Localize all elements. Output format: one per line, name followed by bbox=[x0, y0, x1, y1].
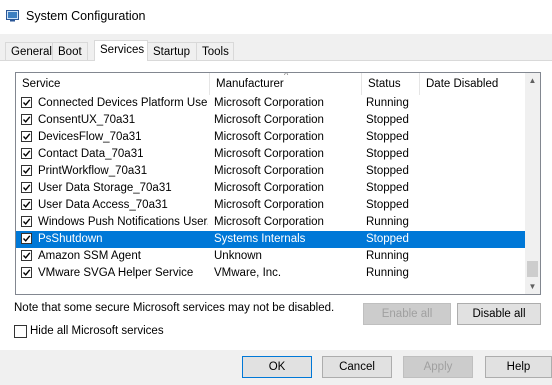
status-cell: Running bbox=[366, 216, 409, 228]
table-row[interactable]: Connected Devices Platform Use... Microso… bbox=[16, 95, 525, 112]
status-cell: Stopped bbox=[366, 165, 409, 177]
status-cell: Running bbox=[366, 250, 409, 262]
status-cell: Stopped bbox=[366, 114, 409, 126]
status-cell: Stopped bbox=[366, 199, 409, 211]
status-cell: Stopped bbox=[366, 131, 409, 143]
service-checkbox[interactable] bbox=[21, 216, 32, 227]
checkbox-box[interactable] bbox=[14, 325, 27, 338]
service-checkbox[interactable] bbox=[21, 267, 32, 278]
manufacturer-cell: Microsoft Corporation bbox=[214, 148, 324, 160]
tab-general[interactable]: General bbox=[5, 42, 53, 60]
column-service[interactable]: Service bbox=[16, 73, 210, 95]
service-checkbox[interactable] bbox=[21, 97, 32, 108]
ok-button[interactable]: OK bbox=[242, 356, 312, 378]
service-name: DevicesFlow_70a31 bbox=[38, 131, 142, 143]
table-row[interactable]: ConsentUX_70a31 Microsoft Corporation Stop… bbox=[16, 112, 525, 129]
service-name: VMware SVGA Helper Service bbox=[38, 267, 194, 279]
sort-ascending-icon: ^ bbox=[284, 72, 289, 80]
service-name: Windows Push Notifications User... bbox=[38, 216, 208, 228]
table-row[interactable]: VMware SVGA Helper Service VMware, Inc. Ru… bbox=[16, 265, 525, 282]
service-name: PsShutdown bbox=[38, 233, 103, 245]
scroll-down-icon[interactable]: ▼ bbox=[525, 279, 540, 294]
status-cell: Running bbox=[366, 267, 409, 279]
enable-all-button[interactable]: Enable all bbox=[363, 303, 451, 325]
manufacturer-cell: Microsoft Corporation bbox=[214, 131, 324, 143]
table-row[interactable]: User Data Access_70a31 Microsoft Corporat… bbox=[16, 197, 525, 214]
manufacturer-cell: Microsoft Corporation bbox=[214, 114, 324, 126]
tab-tools[interactable]: Tools bbox=[196, 42, 234, 60]
tab-services[interactable]: Services bbox=[94, 40, 148, 61]
tab-startup[interactable]: Startup bbox=[147, 42, 197, 60]
table-row[interactable]: Windows Push Notifications User... Micros… bbox=[16, 214, 525, 231]
manufacturer-cell: Microsoft Corporation bbox=[214, 216, 324, 228]
service-name: Amazon SSM Agent bbox=[38, 250, 141, 262]
status-cell: Stopped bbox=[366, 233, 409, 245]
help-button[interactable]: Help bbox=[485, 356, 552, 378]
vertical-scrollbar[interactable]: ▲ ▼ bbox=[525, 73, 540, 294]
service-name: PrintWorkflow_70a31 bbox=[38, 165, 148, 177]
table-row[interactable]: PsShutdown Systems Internals Stopped bbox=[16, 231, 525, 248]
note-text: Note that some secure Microsoft services… bbox=[14, 302, 335, 314]
manufacturer-cell: Systems Internals bbox=[214, 233, 306, 245]
service-checkbox[interactable] bbox=[21, 165, 32, 176]
service-checkbox[interactable] bbox=[21, 131, 32, 142]
service-name: Connected Devices Platform Use... bbox=[38, 97, 208, 109]
service-checkbox[interactable] bbox=[21, 199, 32, 210]
service-name: User Data Storage_70a31 bbox=[38, 182, 172, 194]
manufacturer-cell: Unknown bbox=[214, 250, 262, 262]
manufacturer-cell: Microsoft Corporation bbox=[214, 165, 324, 177]
status-cell: Stopped bbox=[366, 182, 409, 194]
table-row[interactable]: Contact Data_70a31 Microsoft Corporation S… bbox=[16, 146, 525, 163]
service-checkbox[interactable] bbox=[21, 233, 32, 244]
service-name: ConsentUX_70a31 bbox=[38, 114, 136, 126]
manufacturer-cell: Microsoft Corporation bbox=[214, 97, 324, 109]
status-cell: Running bbox=[366, 97, 409, 109]
window-title: System Configuration bbox=[26, 9, 146, 23]
cancel-button[interactable]: Cancel bbox=[322, 356, 392, 378]
service-checkbox[interactable] bbox=[21, 250, 32, 261]
table-row[interactable]: User Data Storage_70a31 Microsoft Corpora… bbox=[16, 180, 525, 197]
table-row[interactable]: Amazon SSM Agent Unknown Running bbox=[16, 248, 525, 265]
tab-strip: General Boot Services Startup Tools bbox=[0, 40, 552, 61]
manufacturer-cell: Microsoft Corporation bbox=[214, 182, 324, 194]
services-list[interactable]: Service Manufacturer ^ Status Date Disab… bbox=[15, 72, 541, 295]
table-row[interactable]: DevicesFlow_70a31 Microsoft Corporation St… bbox=[16, 129, 525, 146]
service-checkbox[interactable] bbox=[21, 114, 32, 125]
status-cell: Stopped bbox=[366, 148, 409, 160]
hide-ms-services-label: Hide all Microsoft services bbox=[30, 325, 164, 337]
disable-all-button[interactable]: Disable all bbox=[457, 303, 541, 325]
service-name: User Data Access_70a31 bbox=[38, 199, 168, 211]
msconfig-icon bbox=[6, 9, 19, 22]
list-rows: Connected Devices Platform Use... Microso… bbox=[16, 95, 525, 282]
title-bar: System Configuration bbox=[0, 0, 552, 34]
service-name: Contact Data_70a31 bbox=[38, 148, 144, 160]
list-header: Service Manufacturer ^ Status Date Disab… bbox=[16, 73, 525, 95]
manufacturer-cell: VMware, Inc. bbox=[214, 267, 282, 279]
scroll-up-icon[interactable]: ▲ bbox=[525, 73, 540, 88]
service-checkbox[interactable] bbox=[21, 148, 32, 159]
table-row[interactable]: PrintWorkflow_70a31 Microsoft Corporation… bbox=[16, 163, 525, 180]
dialog-footer: OK Cancel Apply Help bbox=[0, 350, 552, 385]
manufacturer-cell: Microsoft Corporation bbox=[214, 199, 324, 211]
apply-button[interactable]: Apply bbox=[403, 356, 473, 378]
column-status[interactable]: Status bbox=[362, 73, 420, 95]
column-date-disabled[interactable]: Date Disabled bbox=[420, 73, 525, 95]
tab-boot[interactable]: Boot bbox=[52, 42, 88, 60]
service-checkbox[interactable] bbox=[21, 182, 32, 193]
scroll-thumb[interactable] bbox=[527, 261, 538, 277]
